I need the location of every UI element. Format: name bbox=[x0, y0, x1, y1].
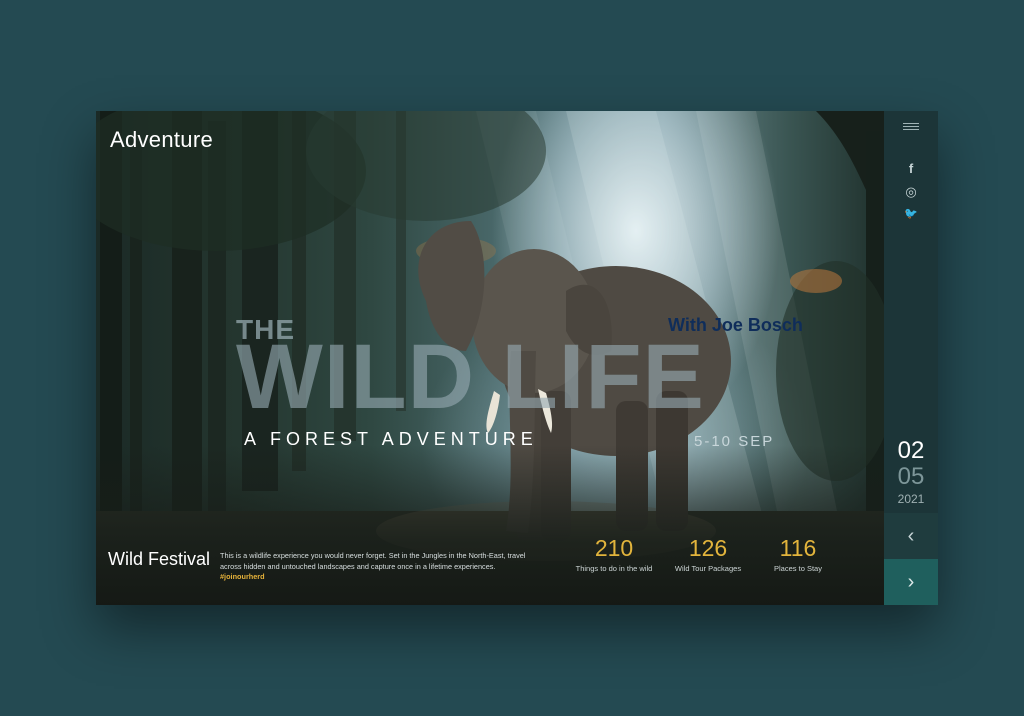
stat-value: 210 bbox=[594, 535, 634, 561]
sidebar: f ◎ 🐦 02 05 2021 ‹ › bbox=[884, 111, 938, 605]
festival-name: Wild Festival bbox=[108, 549, 211, 569]
stat-things-to-do: 210 Things to do in the wild bbox=[566, 535, 662, 573]
hero-subtitle: A FOREST ADVENTURE bbox=[244, 429, 538, 449]
previous-slide-button[interactable]: ‹ bbox=[884, 513, 938, 559]
event-dates: 5-10 SEP bbox=[694, 433, 775, 450]
festival-hashtag[interactable]: #joinourherd bbox=[220, 572, 540, 583]
instagram-icon[interactable]: ◎ bbox=[884, 184, 938, 200]
stat-tour-packages: 126 Wild Tour Packages bbox=[666, 535, 750, 573]
stat-value: 116 bbox=[779, 535, 817, 561]
stat-label: Wild Tour Packages bbox=[674, 564, 742, 573]
stat-value: 126 bbox=[688, 535, 728, 561]
slide-current-number: 02 bbox=[897, 437, 925, 464]
host-name: With Joe Bosch bbox=[668, 315, 803, 335]
stat-label: Things to do in the wild bbox=[575, 564, 653, 573]
hamburger-icon[interactable] bbox=[903, 123, 919, 133]
hero-card: Adventure THE WILD LIFE With Joe Bosch A… bbox=[96, 111, 938, 605]
twitter-icon[interactable]: 🐦 bbox=[884, 207, 938, 220]
chevron-right-icon: › bbox=[907, 571, 915, 593]
next-slide-button[interactable]: › bbox=[884, 559, 938, 605]
slide-total-number: 05 bbox=[897, 463, 925, 490]
festival-description-text: This is a wildlife experience you would … bbox=[220, 551, 526, 571]
stat-label: Places to Stay bbox=[774, 564, 822, 573]
facebook-icon[interactable]: f bbox=[884, 161, 938, 176]
hero-banner: Adventure THE WILD LIFE With Joe Bosch A… bbox=[96, 111, 884, 605]
hero-title: WILD LIFE bbox=[236, 331, 705, 423]
stat-places-to-stay: 116 Places to Stay bbox=[760, 535, 836, 573]
brand-logo[interactable]: Adventure bbox=[110, 127, 213, 153]
festival-description: This is a wildlife experience you would … bbox=[220, 551, 540, 583]
chevron-left-icon: ‹ bbox=[907, 525, 915, 547]
year-label: 2021 bbox=[897, 492, 925, 506]
